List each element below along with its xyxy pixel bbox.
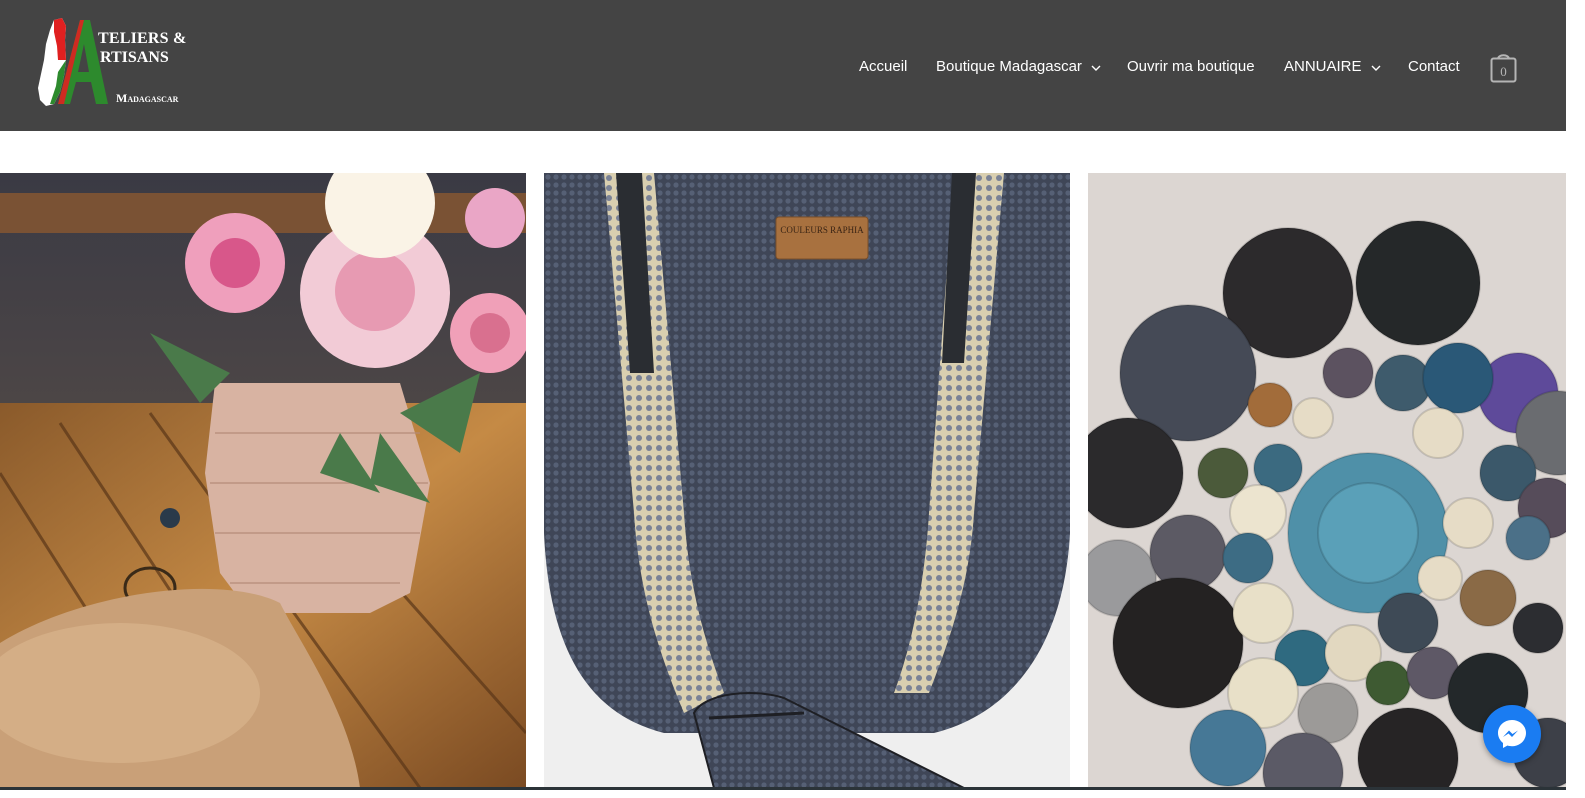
nav-label: Accueil bbox=[859, 58, 908, 75]
gallery-image-raffia-tote[interactable]: COULEURS RAPHIA bbox=[544, 173, 1070, 788]
nav-item-annuaire[interactable]: ANNUAIRE bbox=[1284, 58, 1381, 75]
nav-label: Ouvrir ma boutique bbox=[1127, 58, 1255, 75]
logo-text-line3: Madagascar bbox=[116, 91, 179, 105]
site-header: TELIERS & RTISANS Madagascar Accueil Bou… bbox=[0, 0, 1566, 131]
cart-button[interactable]: 0 bbox=[1490, 51, 1517, 83]
chevron-down-icon bbox=[1091, 58, 1101, 75]
logo-text-line1: TELIERS & bbox=[98, 30, 187, 47]
nav-item-accueil[interactable]: Accueil bbox=[859, 58, 907, 75]
chevron-down-icon bbox=[1371, 58, 1381, 75]
nav-item-boutique-madagascar[interactable]: Boutique Madagascar bbox=[936, 58, 1101, 75]
nav-label: ANNUAIRE bbox=[1284, 58, 1362, 75]
shopping-bag-icon: 0 bbox=[1490, 54, 1517, 83]
messenger-icon bbox=[1498, 720, 1526, 748]
header-spacer bbox=[0, 131, 1566, 173]
nav-label: Boutique Madagascar bbox=[936, 58, 1082, 75]
nav-item-ouvrir-ma-boutique[interactable]: Ouvrir ma boutique bbox=[1127, 58, 1255, 75]
page-edge bbox=[1566, 0, 1585, 798]
page-footer-edge bbox=[0, 787, 1566, 790]
gallery-image-roses-vase[interactable] bbox=[0, 173, 526, 788]
nav-label: Contact bbox=[1408, 58, 1460, 75]
raffia-circles-photo bbox=[1088, 173, 1566, 788]
nav-item-contact[interactable]: Contact bbox=[1408, 58, 1460, 75]
bag-label-text: COULEURS RAPHIA bbox=[780, 225, 864, 235]
roses-vase-photo bbox=[0, 173, 526, 788]
messenger-chat-button[interactable] bbox=[1483, 705, 1541, 763]
raffia-tote-photo: COULEURS RAPHIA bbox=[544, 173, 1070, 788]
product-gallery: COULEURS RAPHIA bbox=[0, 173, 1566, 788]
cart-count: 0 bbox=[1500, 64, 1507, 79]
logo-text-line2: RTISANS bbox=[100, 49, 169, 66]
gallery-image-raffia-circles[interactable] bbox=[1088, 173, 1566, 788]
site-logo[interactable]: TELIERS & RTISANS Madagascar bbox=[36, 16, 196, 108]
